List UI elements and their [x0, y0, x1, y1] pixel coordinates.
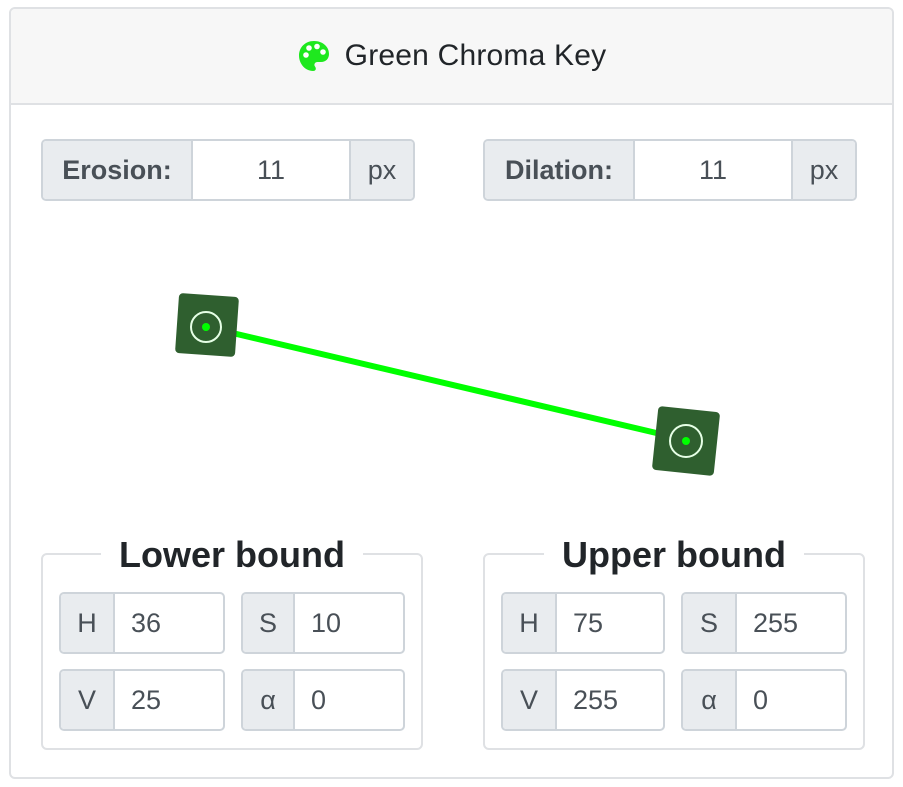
- start-handle[interactable]: [175, 293, 239, 357]
- chroma-key-card: Green Chroma Key Erosion: 11 px Dilation…: [9, 7, 894, 779]
- lower-v-label: V: [61, 671, 115, 729]
- lower-alpha-label: α: [243, 671, 295, 729]
- upper-h-label: H: [503, 594, 557, 652]
- end-handle[interactable]: [652, 406, 720, 476]
- upper-alpha-label: α: [683, 671, 737, 729]
- lower-s-field[interactable]: S 10: [241, 592, 405, 654]
- lower-v-input[interactable]: 25: [115, 671, 223, 729]
- lower-s-label: S: [243, 594, 295, 652]
- lower-alpha-input[interactable]: 0: [295, 671, 403, 729]
- upper-alpha-field[interactable]: α 0: [681, 669, 847, 731]
- lower-h-label: H: [61, 594, 115, 652]
- upper-v-input[interactable]: 255: [557, 671, 663, 729]
- upper-s-label: S: [683, 594, 737, 652]
- upper-s-input[interactable]: 255: [737, 594, 845, 652]
- upper-h-field[interactable]: H 75: [501, 592, 665, 654]
- lower-bound-title: Lower bound: [101, 529, 363, 581]
- upper-bound-fieldset: Upper bound H 75 S 255 V 255 α 0: [483, 529, 865, 750]
- upper-s-field[interactable]: S 255: [681, 592, 847, 654]
- lower-s-input[interactable]: 10: [295, 594, 403, 652]
- lower-bound-fieldset: Lower bound H 36 S 10 V 25 α 0: [41, 529, 423, 750]
- lower-alpha-field[interactable]: α 0: [241, 669, 405, 731]
- lower-v-field[interactable]: V 25: [59, 669, 225, 731]
- gradient-line[interactable]: [204, 324, 689, 443]
- lower-h-field[interactable]: H 36: [59, 592, 225, 654]
- upper-v-field[interactable]: V 255: [501, 669, 665, 731]
- upper-bound-title: Upper bound: [544, 529, 804, 581]
- lower-h-input[interactable]: 36: [115, 594, 223, 652]
- upper-h-input[interactable]: 75: [557, 594, 663, 652]
- upper-alpha-input[interactable]: 0: [737, 671, 845, 729]
- upper-v-label: V: [503, 671, 557, 729]
